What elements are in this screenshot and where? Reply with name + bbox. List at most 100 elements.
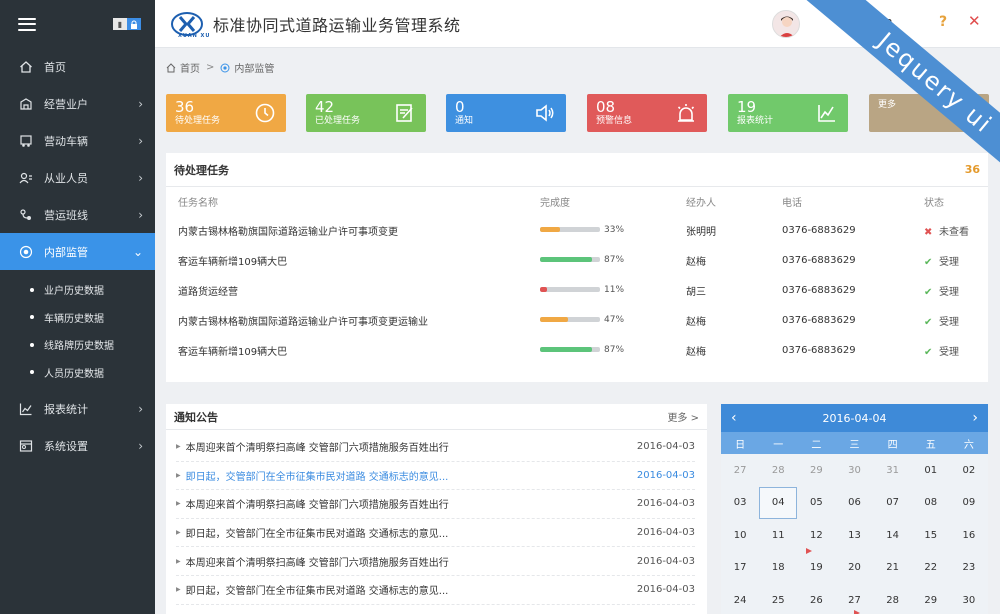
- task-phone: 0376-6883629: [782, 224, 856, 236]
- table-row[interactable]: 道路货运经营 11% 胡三 0376-6883629 ✔ 受理: [166, 275, 988, 305]
- sidebar-toggle-group[interactable]: ▮: [113, 18, 141, 30]
- task-name[interactable]: 内蒙古锡林格勒旗国际道路运输业户许可事项变更: [166, 215, 540, 245]
- notice-more-link[interactable]: 更多 >: [667, 409, 699, 424]
- stat-card[interactable]: 0 通知: [446, 94, 566, 132]
- triangle-bullet-icon: ▶: [176, 471, 181, 479]
- calendar-day[interactable]: 08: [912, 487, 950, 520]
- calendar-day[interactable]: 01: [912, 454, 950, 487]
- list-item[interactable]: ▶ 本周迎来首个清明祭扫高峰 交管部门六项措施服务百姓出行 2016-04-03: [176, 490, 695, 519]
- list-item[interactable]: ▶ 本周迎来首个清明祭扫高峰 交管部门六项措施服务百姓出行 2016-04-03: [176, 605, 695, 614]
- bullet-icon: [30, 287, 34, 292]
- calendar-day[interactable]: 07: [874, 487, 912, 520]
- calendar-next-button[interactable]: ›: [972, 410, 978, 426]
- chart-icon: [18, 401, 34, 417]
- calendar-day[interactable]: 27: [721, 454, 759, 487]
- calendar-day[interactable]: 11: [759, 519, 797, 552]
- table-row[interactable]: 客运车辆新增109辆大巴 87% 赵梅 0376-6883629 ✔ 受理: [166, 245, 988, 275]
- calendar-day[interactable]: 09: [950, 487, 988, 520]
- task-name[interactable]: 客运车辆新增109辆大巴: [166, 335, 540, 365]
- task-name[interactable]: 内蒙古锡林格勒旗国际道路运输业户许可事项变更运输业: [166, 305, 540, 335]
- calendar-day[interactable]: 28: [759, 454, 797, 487]
- notice-title: 本周迎来首个清明祭扫高峰 交管部门六项措施服务百姓出行: [185, 500, 449, 512]
- breadcrumb: 首页 > 内部监管: [166, 60, 274, 75]
- calendar-day[interactable]: 20: [835, 552, 873, 585]
- calendar-day[interactable]: 24: [721, 584, 759, 614]
- close-button[interactable]: ✕: [968, 12, 981, 30]
- unlock-toggle-icon[interactable]: ▮: [113, 18, 127, 30]
- calendar-day[interactable]: 31: [874, 454, 912, 487]
- calendar-day[interactable]: 30: [950, 584, 988, 614]
- submenu-item[interactable]: 人员历史数据: [0, 359, 155, 387]
- calendar-day[interactable]: 12: [797, 519, 835, 552]
- submenu-item[interactable]: 车辆历史数据: [0, 304, 155, 332]
- lock-icon[interactable]: [127, 18, 141, 30]
- task-phone: 0376-6883629: [782, 314, 856, 326]
- list-item[interactable]: ▶ 即日起，交管部门在全市征集市民对道路 交通标志的意见... 2016-04-…: [176, 519, 695, 548]
- progress-bar: [540, 257, 600, 262]
- calendar-day[interactable]: 17: [721, 552, 759, 585]
- calendar-prev-button[interactable]: ‹: [731, 410, 737, 426]
- app-title: 标准协同式道路运输业务管理系统: [213, 15, 461, 35]
- calendar-day[interactable]: 15: [912, 519, 950, 552]
- submenu-item[interactable]: 线路牌历史数据: [0, 331, 155, 359]
- status-text: 受理: [939, 316, 959, 328]
- calendar-day[interactable]: 25: [759, 584, 797, 614]
- sidebar-item-4[interactable]: 营运班线 ›: [0, 196, 155, 233]
- calendar-day[interactable]: 16: [950, 519, 988, 552]
- breadcrumb-home[interactable]: 首页: [180, 60, 200, 75]
- list-item[interactable]: ▶ 本周迎来首个清明祭扫高峰 交管部门六项措施服务百姓出行 2016-04-03: [176, 433, 695, 462]
- calendar-day[interactable]: 21: [874, 552, 912, 585]
- task-status: ✔ 受理: [924, 305, 988, 335]
- sidebar-item-5[interactable]: 内部监管 ⌄: [0, 233, 155, 270]
- calendar-day[interactable]: 05: [797, 487, 835, 520]
- task-status: ✔ 受理: [924, 275, 988, 305]
- calendar-day[interactable]: 26: [797, 584, 835, 614]
- task-person: 胡三: [686, 286, 706, 298]
- calendar-day[interactable]: 22: [912, 552, 950, 585]
- sidebar-item-0[interactable]: 首页: [0, 48, 155, 85]
- menu-toggle-icon[interactable]: [18, 17, 36, 31]
- stat-card[interactable]: 19 报表统计: [728, 94, 848, 132]
- calendar-day[interactable]: 29: [912, 584, 950, 614]
- calendar-day[interactable]: 03: [721, 487, 759, 520]
- calendar-day[interactable]: 06: [835, 487, 873, 520]
- sidebar-item-b1[interactable]: 系统设置 ›: [0, 427, 155, 464]
- calendar-day[interactable]: 28: [874, 584, 912, 614]
- settings-icon: [18, 438, 34, 454]
- task-person: 赵梅: [686, 346, 706, 358]
- column-header: 经办人: [686, 197, 716, 209]
- calendar-day[interactable]: 13: [835, 519, 873, 552]
- calendar-day[interactable]: 18: [759, 552, 797, 585]
- bullet-icon: [30, 342, 34, 347]
- help-button[interactable]: ?: [939, 14, 947, 30]
- calendar-day[interactable]: 10: [721, 519, 759, 552]
- tasks-panel-header: 待处理任务 36: [166, 153, 988, 187]
- list-item[interactable]: ▶ 即日起，交管部门在全市征集市民对道路 交通标志的意见... 2016-04-…: [176, 576, 695, 605]
- task-name[interactable]: 客运车辆新增109辆大巴: [166, 245, 540, 275]
- list-item[interactable]: ▶ 即日起，交管部门在全市征集市民对道路 交通标志的意见... 2016-04-…: [176, 462, 695, 491]
- list-item[interactable]: ▶ 本周迎来首个清明祭扫高峰 交管部门六项措施服务百姓出行 2016-04-03: [176, 547, 695, 576]
- calendar-day[interactable]: 23: [950, 552, 988, 585]
- sidebar-item-3[interactable]: 从业人员 ›: [0, 159, 155, 196]
- user-avatar[interactable]: [772, 10, 800, 38]
- calendar-day[interactable]: 14: [874, 519, 912, 552]
- calendar-day[interactable]: 29: [797, 454, 835, 487]
- sidebar: ▮ 首页 经营业户 › 营动车辆 › 从业人员 › 营运班线 › 内部监管 ⌄ …: [0, 0, 155, 614]
- sidebar-item-1[interactable]: 经营业户 ›: [0, 85, 155, 122]
- calendar-day[interactable]: 19: [797, 552, 835, 585]
- table-row[interactable]: 内蒙古锡林格勒旗国际道路运输业户许可事项变更 33% 张明明 0376-6883…: [166, 215, 988, 245]
- calendar-day[interactable]: 04: [759, 486, 798, 519]
- stat-card[interactable]: 42 已处理任务: [306, 94, 426, 132]
- stat-card[interactable]: 36 待处理任务: [166, 94, 286, 132]
- sidebar-item-2[interactable]: 营动车辆 ›: [0, 122, 155, 159]
- task-name[interactable]: 道路货运经营: [166, 275, 540, 305]
- table-row[interactable]: 客运车辆新增109辆大巴 87% 赵梅 0376-6883629 ✔ 受理: [166, 335, 988, 365]
- submenu-item[interactable]: 业户历史数据: [0, 276, 155, 304]
- stat-card[interactable]: 08 预警信息: [587, 94, 707, 132]
- table-row[interactable]: 内蒙古锡林格勒旗国际道路运输业户许可事项变更运输业 47% 赵梅 0376-68…: [166, 305, 988, 335]
- calendar-day[interactable]: 02: [950, 454, 988, 487]
- sidebar-item-b0[interactable]: 报表统计 ›: [0, 390, 155, 427]
- task-progress: 33%: [540, 215, 686, 245]
- notice-panel: 通知公告 更多 > ▶ 本周迎来首个清明祭扫高峰 交管部门六项措施服务百姓出行 …: [166, 404, 707, 614]
- calendar-day[interactable]: 30: [835, 454, 873, 487]
